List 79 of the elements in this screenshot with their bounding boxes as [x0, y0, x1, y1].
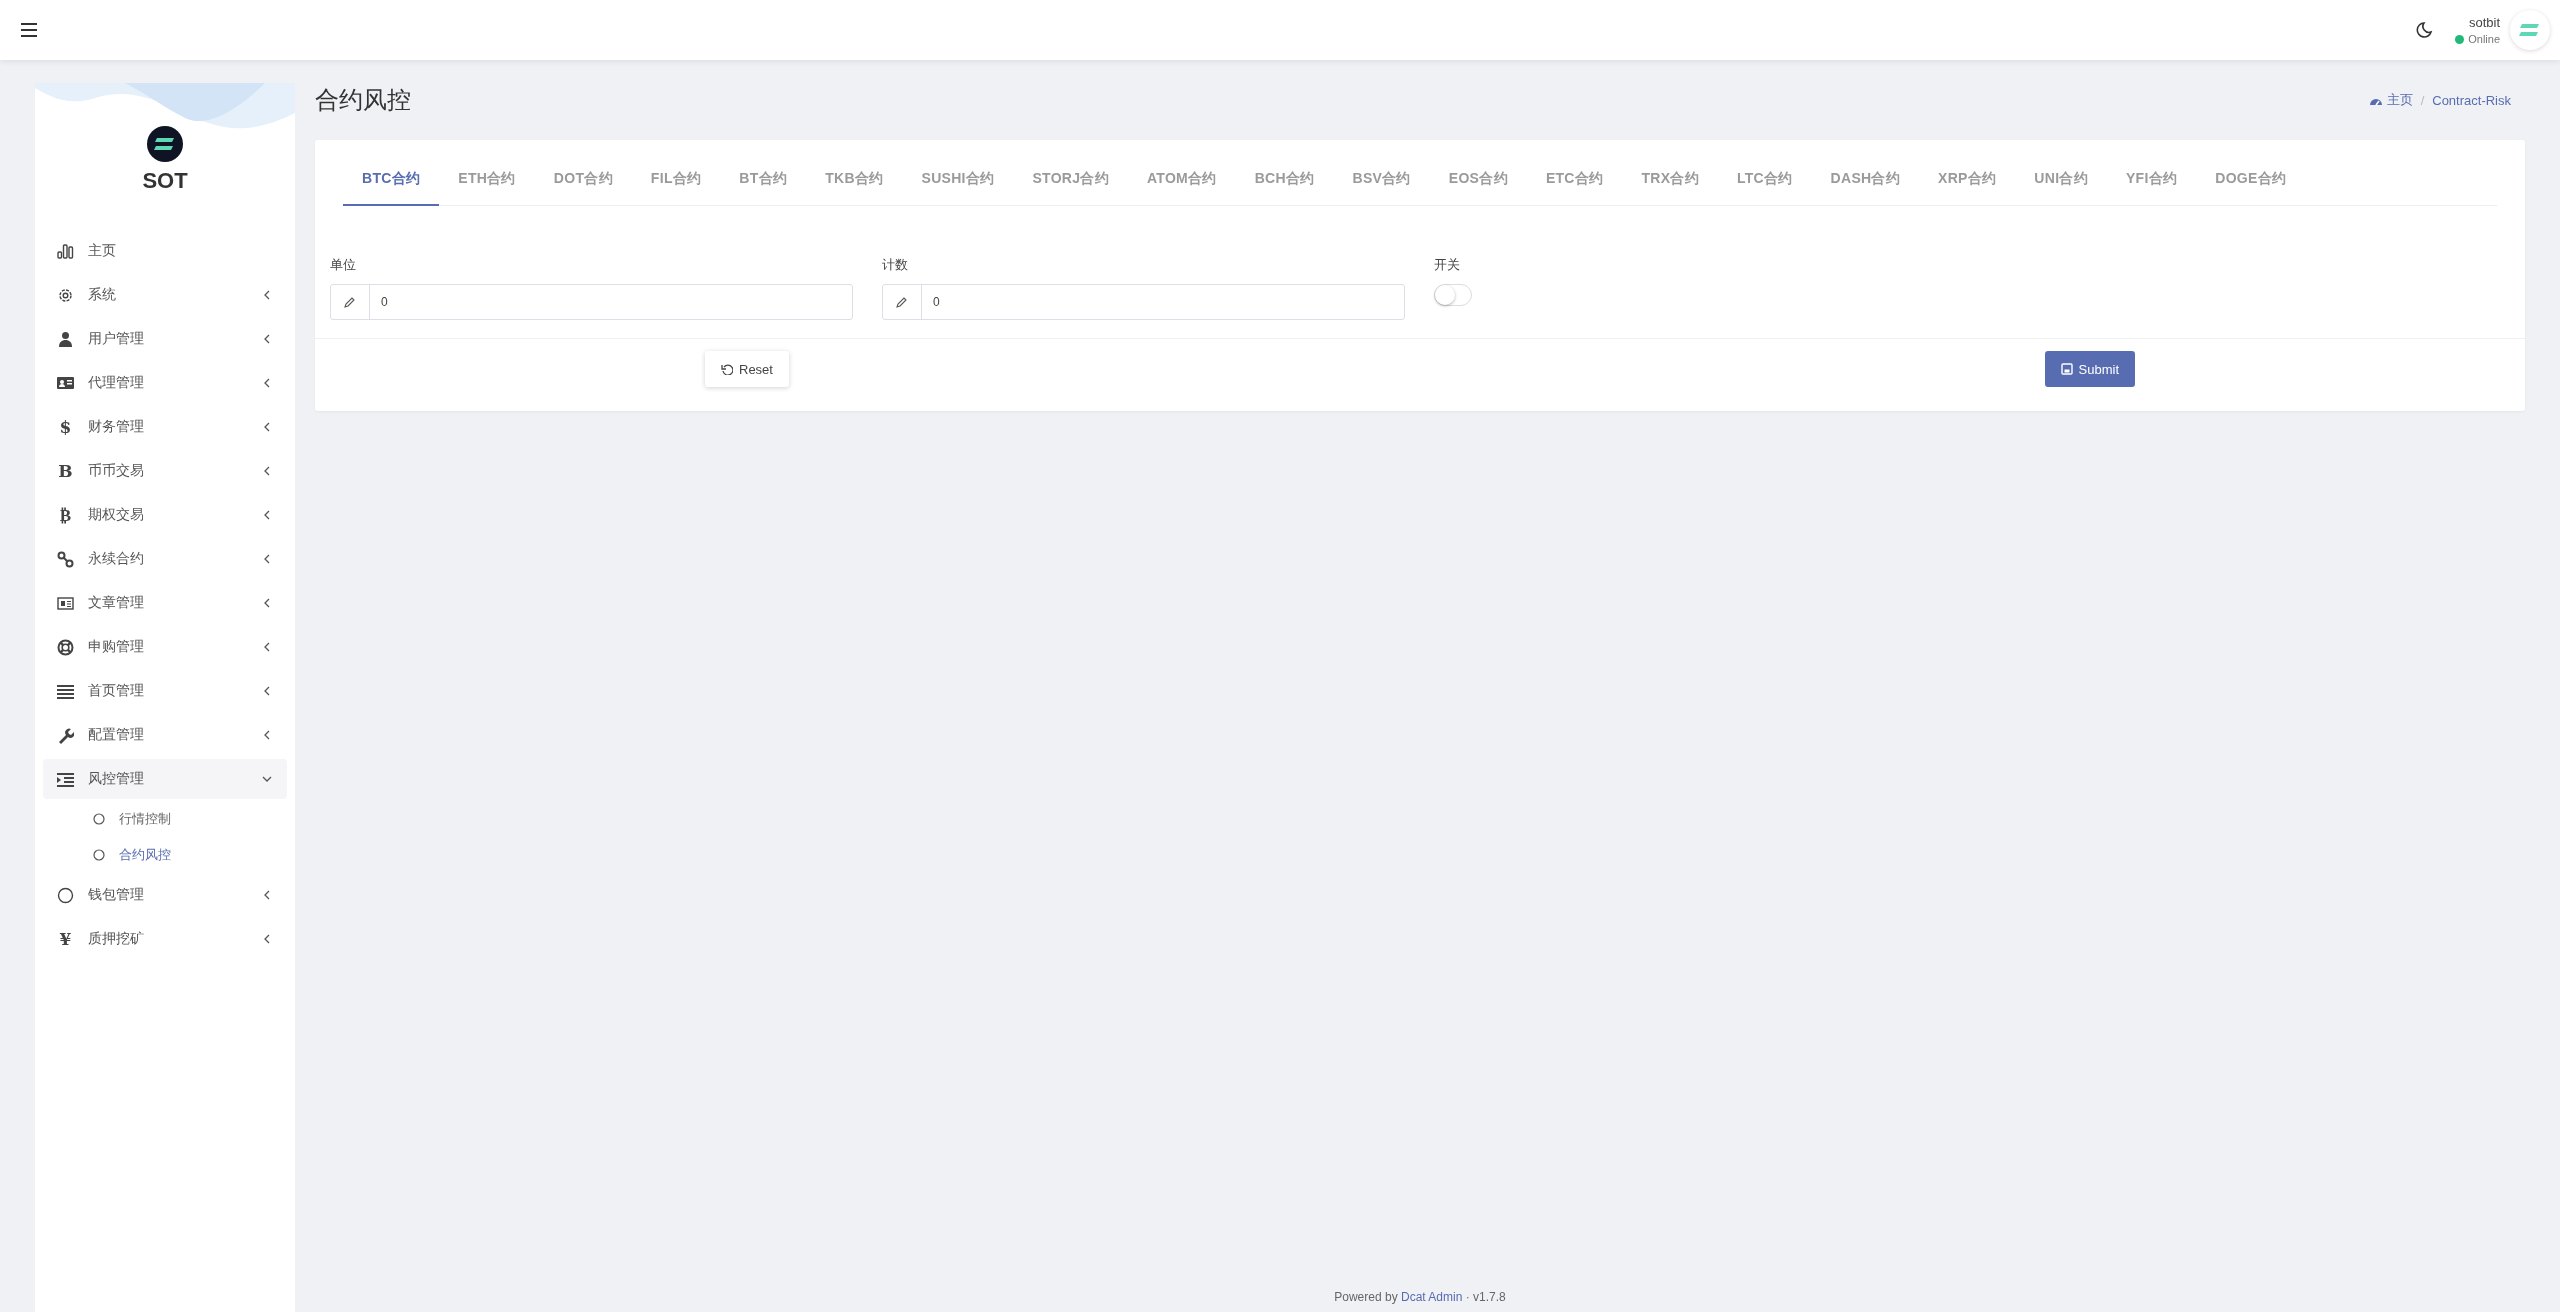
reset-button[interactable]: Reset: [705, 351, 789, 387]
currency-icon: ¥: [57, 929, 74, 949]
user-status: Online: [2468, 33, 2500, 45]
circle-icon: [57, 886, 74, 904]
tab[interactable]: YFI合约: [2106, 156, 2197, 206]
menu-item[interactable]: ¥ 质押挖矿: [43, 919, 287, 959]
tab[interactable]: EOS合约: [1429, 156, 1527, 206]
tab[interactable]: LTC合约: [1717, 156, 1812, 206]
undo-icon: [721, 363, 733, 375]
menu-item[interactable]: $ 财务管理: [43, 407, 287, 447]
tab[interactable]: SUSHI合约: [902, 156, 1014, 206]
lifering-icon: [57, 638, 74, 656]
menu-item[interactable]: ₿ 期权交易: [43, 495, 287, 535]
submit-button[interactable]: Submit: [2044, 351, 2135, 387]
pencil-icon: [343, 295, 357, 309]
bars-icon: [57, 682, 74, 700]
footer-text: Powered by: [1334, 1290, 1398, 1304]
indent-icon: [57, 770, 74, 788]
menu-item[interactable]: 钱包管理: [43, 875, 287, 915]
tab[interactable]: ETH合约: [439, 156, 535, 206]
menu-item[interactable]: 配置管理: [43, 715, 287, 755]
logo-icon: [147, 126, 183, 162]
tab[interactable]: DOGE合约: [2196, 156, 2306, 206]
moon-icon[interactable]: [2414, 20, 2434, 40]
menu-item[interactable]: 系统: [43, 275, 287, 315]
currency-icon: ₿: [57, 504, 74, 526]
menu-item[interactable]: 申购管理: [43, 627, 287, 667]
tab[interactable]: ETC合约: [1526, 156, 1623, 206]
tab[interactable]: ATOM合约: [1127, 156, 1236, 206]
version-text: v1.7.8: [1473, 1290, 1506, 1304]
field-label: 开关: [1434, 256, 1461, 274]
submenu-item[interactable]: 合约风控: [43, 837, 287, 873]
brand-name: SOT: [142, 168, 188, 194]
chart-icon: [57, 242, 74, 260]
link-icon: [57, 550, 74, 568]
circle-icon: [93, 849, 105, 861]
tab[interactable]: TRX合约: [1622, 156, 1718, 206]
input-field[interactable]: 0: [882, 284, 1405, 320]
input-field[interactable]: 0: [330, 284, 853, 320]
page-title: 合约风控: [315, 85, 412, 115]
idcard-icon: [57, 374, 74, 392]
field-label: 计数: [882, 256, 909, 274]
breadcrumb-separator: /: [2420, 92, 2425, 108]
user-name[interactable]: sotbit: [2468, 15, 2500, 30]
currency-icon: B: [57, 461, 74, 481]
menu-item[interactable]: 文章管理: [43, 583, 287, 623]
circle-icon: [93, 813, 105, 825]
tab[interactable]: BCH合约: [1235, 156, 1334, 206]
user-icon: [57, 330, 74, 348]
tab[interactable]: FIL合约: [631, 156, 721, 206]
pencil-icon: [895, 295, 909, 309]
tab[interactable]: BTC合约: [343, 156, 440, 206]
currency-icon: $: [57, 417, 74, 437]
save-icon: [2060, 363, 2073, 375]
footer-link[interactable]: Dcat Admin: [1401, 1290, 1463, 1304]
submenu-item[interactable]: 行情控制: [43, 801, 287, 837]
tab[interactable]: DOT合约: [534, 156, 632, 206]
gear-icon: [57, 286, 74, 304]
newspaper-icon: [57, 594, 74, 612]
wrench-icon: [57, 726, 74, 744]
tab[interactable]: BSV合约: [1333, 156, 1430, 206]
tab[interactable]: UNI合约: [2015, 156, 2107, 206]
tab[interactable]: DASH合约: [1811, 156, 1920, 206]
menu-item[interactable]: B 币币交易: [43, 451, 287, 491]
breadcrumb-link[interactable]: 主页: [2368, 91, 2413, 109]
field-label: 单位: [330, 256, 357, 274]
tab[interactable]: TKB合约: [806, 156, 903, 206]
menu-item[interactable]: 首页管理: [43, 671, 287, 711]
tab[interactable]: XRP合约: [1919, 156, 2016, 206]
menu-item[interactable]: 代理管理: [43, 363, 287, 403]
tab[interactable]: STORJ合约: [1013, 156, 1128, 206]
footer-separator: ·: [1465, 1290, 1470, 1304]
menu-icon[interactable]: [20, 21, 38, 39]
menu-item[interactable]: 主页: [43, 231, 287, 271]
menu-item[interactable]: 风控管理: [43, 759, 287, 799]
tab[interactable]: BT合约: [720, 156, 807, 206]
menu-item[interactable]: 永续合约: [43, 539, 287, 579]
breadcrumb-link[interactable]: Contract-Risk: [2432, 92, 2511, 108]
menu-item[interactable]: 用户管理: [43, 319, 287, 359]
